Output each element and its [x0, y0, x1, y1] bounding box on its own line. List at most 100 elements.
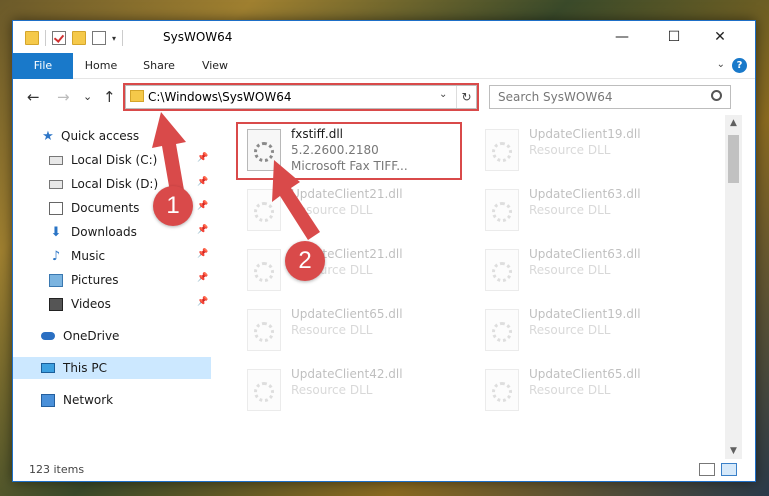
sidebar-item-label: Music — [71, 249, 106, 263]
navigation-bar: ← → ⌄ ↑ C:\Windows\SysWOW64 ⌄ ↻ Search S… — [13, 79, 755, 115]
details-view-icon[interactable] — [699, 463, 715, 476]
sidebar-item-quick-access[interactable]: ★ Quick access — [13, 125, 211, 147]
gear-icon — [254, 142, 274, 162]
title-bar: ▾ SysWOW64 — ☐ ✕ — [13, 21, 755, 53]
sidebar-item-downloads[interactable]: ⬇ Downloads 📌 — [13, 221, 211, 243]
search-box[interactable]: Search SysWOW64 — [489, 85, 731, 109]
file-name: UpdateClient65.dll — [291, 307, 403, 321]
maximize-button[interactable]: ☐ — [651, 21, 697, 53]
dll-file-icon — [485, 369, 519, 411]
status-bar: 123 items — [13, 459, 755, 481]
file-item[interactable]: UpdateClient19.dll Resource DLL — [477, 121, 707, 179]
chevron-down-icon[interactable]: ▾ — [112, 34, 116, 43]
address-bar[interactable]: C:\Windows\SysWOW64 ⌄ ↻ — [125, 85, 477, 109]
step-1-badge: 1 — [153, 186, 193, 226]
minimize-button[interactable]: — — [599, 21, 645, 53]
pin-icon[interactable]: 📌 — [197, 225, 208, 235]
sidebar-item-onedrive[interactable]: OneDrive — [13, 325, 211, 347]
file-item[interactable]: UpdateClient63.dll Resource DLL — [477, 241, 707, 299]
sidebar-item-label: OneDrive — [63, 329, 120, 343]
sidebar-item-label: Documents — [71, 201, 140, 215]
expand-ribbon-icon[interactable]: ⌄ — [717, 59, 725, 70]
sidebar-item-label: Quick access — [61, 129, 140, 143]
sidebar-item-this-pc[interactable]: This PC — [13, 357, 211, 379]
up-arrow-icon[interactable]: ↑ — [103, 88, 116, 106]
file-item-fxstiff[interactable]: fxstiff.dll 5.2.2600.2180 Microsoft Fax … — [239, 121, 469, 179]
search-input[interactable]: Search SysWOW64 — [498, 90, 612, 104]
tab-view[interactable]: View — [189, 53, 241, 79]
vertical-scrollbar[interactable]: ▲ ▼ — [725, 115, 742, 459]
pin-icon[interactable]: 📌 — [197, 297, 208, 307]
tab-share[interactable]: Share — [133, 53, 185, 79]
search-icon[interactable] — [711, 90, 722, 101]
sidebar-item-network[interactable]: Network — [13, 389, 211, 411]
sidebar-item-label: Downloads — [71, 225, 137, 239]
file-item[interactable]: UpdateClient21.dll Resource DLL — [239, 181, 469, 239]
scroll-up-icon[interactable]: ▲ — [725, 115, 742, 131]
sidebar-item-label: This PC — [63, 361, 107, 375]
sidebar-item-pictures[interactable]: Pictures 📌 — [13, 269, 211, 291]
quick-access-toolbar: ▾ — [25, 30, 124, 46]
file-description: Resource DLL — [529, 383, 611, 397]
scroll-thumb[interactable] — [728, 135, 739, 183]
file-item[interactable]: UpdateClient21.dll Resource DLL — [239, 241, 469, 299]
download-icon: ⬇ — [50, 224, 62, 240]
pin-icon[interactable]: 📌 — [197, 249, 208, 259]
refresh-icon[interactable]: ↻ — [456, 86, 476, 108]
file-version: 5.2.2600.2180 — [291, 143, 379, 157]
pin-icon[interactable]: 📌 — [197, 177, 208, 187]
music-icon: ♪ — [51, 248, 61, 264]
scroll-down-icon[interactable]: ▼ — [725, 443, 742, 459]
navigation-pane: ★ Quick access Local Disk (C:) 📌 Local D… — [13, 115, 211, 459]
dll-file-icon — [485, 189, 519, 231]
gear-icon — [492, 262, 512, 282]
folder-icon — [25, 31, 39, 45]
disk-icon — [49, 179, 63, 189]
network-icon — [41, 393, 55, 407]
back-arrow-icon[interactable]: ← — [27, 88, 40, 106]
forward-arrow-icon[interactable]: → — [57, 88, 70, 106]
dll-file-icon — [247, 369, 281, 411]
sidebar-item-label: Videos — [71, 297, 111, 311]
file-item[interactable]: UpdateClient19.dll Resource DLL — [477, 301, 707, 359]
address-path[interactable]: C:\Windows\SysWOW64 — [148, 90, 292, 104]
gear-icon — [254, 322, 274, 342]
folder-icon — [130, 90, 144, 102]
pc-icon — [41, 363, 55, 373]
file-description: Resource DLL — [291, 323, 373, 337]
file-description: Resource DLL — [529, 203, 611, 217]
pin-icon[interactable]: 📌 — [197, 153, 208, 163]
file-description: Resource DLL — [529, 323, 611, 337]
tab-file[interactable]: File — [13, 53, 73, 79]
properties-check-icon[interactable] — [52, 31, 66, 45]
gear-icon — [254, 262, 274, 282]
sidebar-item-label: Local Disk (C:) — [71, 153, 158, 167]
file-name: UpdateClient19.dll — [529, 127, 641, 141]
file-name: UpdateClient19.dll — [529, 307, 641, 321]
dll-file-icon — [247, 249, 281, 291]
recent-locations-icon[interactable]: ⌄ — [83, 90, 92, 103]
file-item[interactable]: UpdateClient63.dll Resource DLL — [477, 181, 707, 239]
sidebar-item-videos[interactable]: Videos 📌 — [13, 293, 211, 315]
new-folder-icon[interactable] — [72, 31, 86, 45]
file-name: fxstiff.dll — [291, 127, 343, 141]
pin-icon[interactable]: 📌 — [197, 201, 208, 211]
minimize-icon: — — [615, 29, 629, 45]
close-button[interactable]: ✕ — [697, 21, 743, 53]
file-item[interactable]: UpdateClient65.dll Resource DLL — [477, 361, 707, 419]
file-item[interactable]: UpdateClient42.dll Resource DLL — [239, 361, 469, 419]
star-icon: ★ — [42, 128, 54, 144]
help-icon[interactable]: ? — [732, 58, 747, 73]
file-description: Resource DLL — [529, 263, 611, 277]
large-icons-view-icon[interactable] — [721, 463, 737, 476]
pin-icon[interactable]: 📌 — [197, 273, 208, 283]
sidebar-item-music[interactable]: ♪ Music 📌 — [13, 245, 211, 267]
tab-home[interactable]: Home — [75, 53, 127, 79]
file-description: Resource DLL — [291, 383, 373, 397]
gear-icon — [492, 382, 512, 402]
chevron-down-icon[interactable]: ⌄ — [439, 89, 447, 100]
file-name: UpdateClient63.dll — [529, 187, 641, 201]
customize-icon[interactable] — [92, 31, 106, 45]
sidebar-item-local-disk-c[interactable]: Local Disk (C:) 📌 — [13, 149, 211, 171]
file-item[interactable]: UpdateClient65.dll Resource DLL — [239, 301, 469, 359]
